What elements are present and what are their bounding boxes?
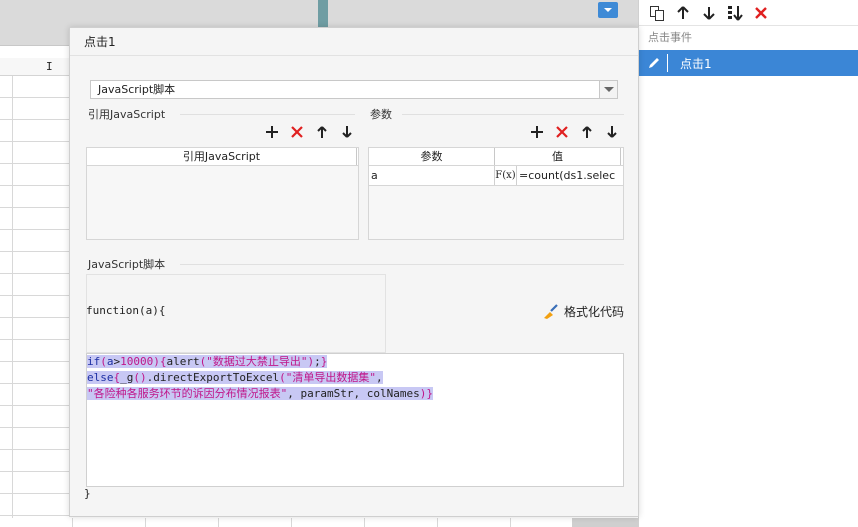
broom-icon	[544, 303, 558, 319]
sheet-grid	[0, 76, 70, 527]
arrow-down-icon[interactable]	[699, 3, 719, 23]
param-table: 参数 值 a F(x) =count(ds1.selec	[368, 147, 624, 240]
ref-delete-icon[interactable]	[288, 123, 306, 141]
dropdown-button[interactable]	[598, 2, 618, 18]
ref-add-icon[interactable]	[263, 123, 281, 141]
function-signature: function(a){	[86, 304, 166, 317]
ref-section-label: 引用JavaScript	[88, 108, 166, 121]
event-panel: 点击事件 点击1	[638, 0, 858, 527]
event-section-label: 点击事件	[648, 31, 692, 44]
table-row[interactable]: a F(x) =count(ds1.selec	[369, 166, 623, 186]
script-section-label: JavaScript脚本	[88, 258, 166, 271]
param-up-icon[interactable]	[578, 123, 596, 141]
param-down-icon[interactable]	[603, 123, 621, 141]
param-add-icon[interactable]	[528, 123, 546, 141]
format-code-button[interactable]: 格式化代码	[542, 303, 624, 320]
code-line[interactable]: else{_g().directExportToExcel("清单导出数据集",	[87, 370, 623, 386]
ref-down-icon[interactable]	[338, 123, 356, 141]
code-line[interactable]: "各险种各服务环节的诉因分布情况报表", paramStr, colNames)…	[87, 386, 623, 402]
dialog-title: 点击1	[70, 28, 638, 56]
param-section-label: 参数	[370, 108, 392, 121]
param-delete-icon[interactable]	[553, 123, 571, 141]
script-section-divider	[180, 264, 624, 265]
param-section-divider	[402, 114, 624, 115]
param-name-column[interactable]: 参数	[369, 148, 495, 165]
ref-table-column[interactable]: 引用JavaScript	[87, 148, 357, 165]
chevron-down-icon[interactable]	[599, 81, 617, 98]
ref-table: 引用JavaScript	[86, 147, 359, 240]
formula-button[interactable]: F(x)	[495, 166, 517, 185]
param-table-header: 参数 值	[369, 148, 623, 166]
delete-icon[interactable]	[751, 3, 771, 23]
column-header-label: I	[46, 60, 53, 73]
param-name-cell[interactable]: a	[369, 166, 495, 185]
event-item-label: 点击1	[680, 56, 712, 71]
type-select-value: JavaScript脚本	[98, 83, 176, 96]
scrollbar-thumb[interactable]	[318, 0, 328, 28]
move-bottom-icon[interactable]	[725, 3, 745, 23]
copy-icon[interactable]	[647, 3, 667, 23]
ref-table-header: 引用JavaScript	[87, 148, 358, 166]
code-line[interactable]: if(a>10000){alert("数据过大禁止导出");}	[87, 354, 623, 370]
edit-icon[interactable]	[644, 54, 668, 72]
sheet-bottom-grid	[0, 518, 640, 527]
ref-section-divider	[180, 114, 355, 115]
format-code-label: 格式化代码	[564, 305, 625, 319]
param-value-cell[interactable]: =count(ds1.selec	[517, 166, 621, 185]
arrow-up-icon[interactable]	[673, 3, 693, 23]
type-select[interactable]: JavaScript脚本	[90, 80, 618, 99]
code-editor[interactable]: if(a>10000){alert("数据过大禁止导出");} else{_g(…	[86, 353, 624, 487]
param-value-column[interactable]: 值	[495, 148, 621, 165]
event-dialog: 点击1 JavaScript脚本 引用JavaScript 引用JavaScri…	[69, 27, 639, 517]
event-item[interactable]: 点击1	[639, 50, 858, 76]
closing-brace: }	[84, 487, 91, 500]
ref-up-icon[interactable]	[313, 123, 331, 141]
horizontal-scrollbar[interactable]	[572, 518, 640, 527]
event-toolbar	[639, 0, 858, 26]
